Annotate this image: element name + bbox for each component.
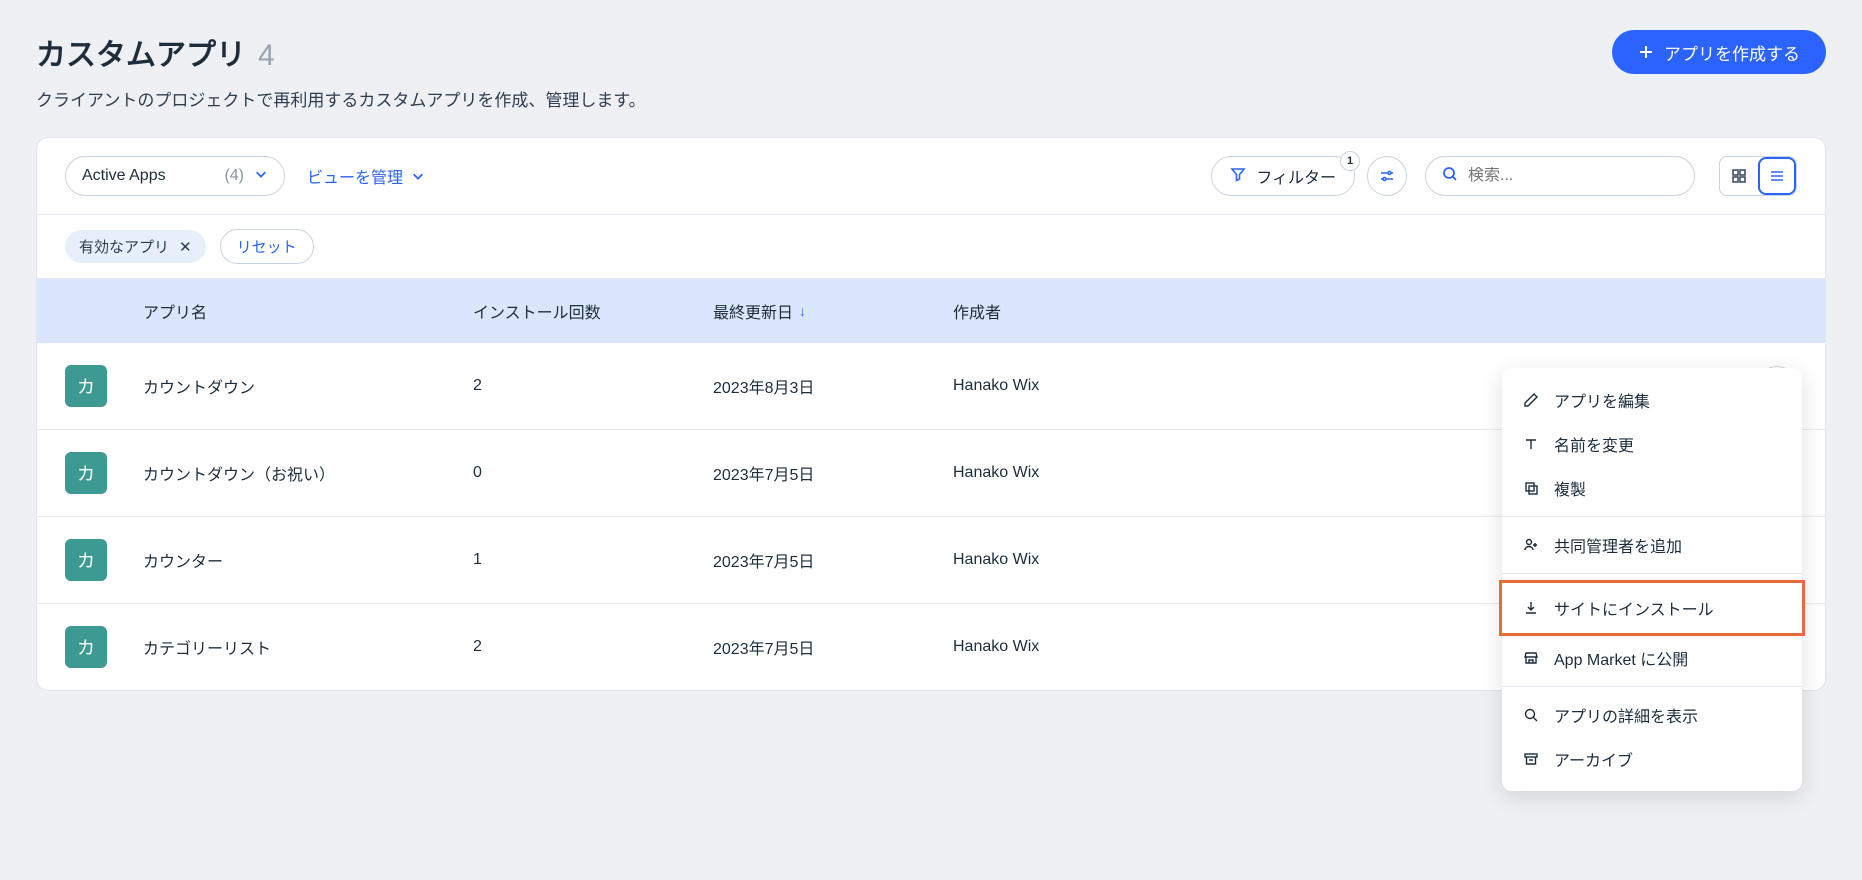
menu-details[interactable]: アプリの詳細を表示: [1502, 693, 1802, 737]
cell-updated: 2023年7月5日: [713, 461, 953, 485]
reset-filters-button[interactable]: リセット: [220, 229, 314, 264]
manage-view-label: ビューを管理: [307, 164, 403, 188]
menu-label: App Market に公開: [1554, 646, 1688, 670]
view-dropdown[interactable]: Active Apps (4): [65, 156, 285, 196]
archive-icon: [1522, 750, 1540, 768]
menu-rename[interactable]: 名前を変更: [1502, 422, 1802, 466]
menu-publish-market[interactable]: App Market に公開: [1502, 636, 1802, 680]
users-icon: [1522, 536, 1540, 554]
menu-duplicate[interactable]: 複製: [1502, 466, 1802, 510]
search-input[interactable]: [1468, 167, 1678, 185]
cell-app-name: カウンター: [143, 548, 473, 572]
cell-app-name: カウントダウン: [143, 374, 473, 398]
menu-label: アプリの詳細を表示: [1554, 703, 1698, 727]
column-app-name[interactable]: アプリ名: [143, 299, 473, 323]
download-icon: [1522, 599, 1540, 617]
menu-label: サイトにインストール: [1554, 596, 1714, 620]
reset-label: リセット: [237, 236, 297, 257]
view-dropdown-label: Active Apps: [82, 167, 166, 185]
cell-installs: 1: [473, 551, 713, 569]
cell-updated: 2023年7月5日: [713, 635, 953, 659]
column-last-updated[interactable]: 最終更新日 ↓: [713, 299, 953, 323]
cell-installs: 2: [473, 377, 713, 395]
menu-divider: [1502, 686, 1802, 687]
search-icon: [1442, 166, 1458, 187]
app-tile: カ: [65, 539, 107, 581]
filter-chip-active-apps[interactable]: 有効なアプリ ✕: [65, 230, 206, 263]
cell-installs: 0: [473, 464, 713, 482]
chevron-down-icon: [254, 167, 268, 186]
chip-close-icon[interactable]: ✕: [179, 238, 192, 256]
menu-divider: [1502, 516, 1802, 517]
menu-label: 共同管理者を追加: [1554, 533, 1682, 557]
page-subtitle: クライアントのプロジェクトで再利用するカスタムアプリを作成、管理します。: [36, 86, 1826, 111]
menu-label: アーカイブ: [1554, 747, 1633, 771]
filter-label: フィルター: [1256, 164, 1336, 188]
manage-view-link[interactable]: ビューを管理: [307, 164, 425, 188]
filter-icon: [1230, 166, 1246, 187]
menu-add-collaborator[interactable]: 共同管理者を追加: [1502, 523, 1802, 567]
search-input-wrap[interactable]: [1425, 156, 1695, 196]
cell-author: Hanako Wix: [953, 638, 1353, 656]
column-installs[interactable]: インストール回数: [473, 299, 713, 323]
cell-author: Hanako Wix: [953, 464, 1353, 482]
settings-button[interactable]: [1367, 156, 1407, 196]
menu-label: 名前を変更: [1554, 432, 1634, 456]
chevron-down-icon: [411, 169, 425, 183]
plus-icon: [1638, 44, 1654, 60]
view-dropdown-count: (4): [224, 167, 244, 185]
cell-installs: 2: [473, 638, 713, 656]
menu-label: 複製: [1554, 476, 1586, 500]
copy-icon: [1522, 479, 1540, 497]
cell-app-name: カウントダウン（お祝い）: [143, 461, 473, 485]
column-author[interactable]: 作成者: [953, 299, 1353, 323]
cell-author: Hanako Wix: [953, 377, 1353, 395]
grid-icon: [1731, 168, 1747, 184]
store-icon: [1522, 649, 1540, 667]
filter-chip-label: 有効なアプリ: [79, 236, 169, 257]
magnify-icon: [1522, 706, 1540, 724]
filter-count-badge: 1: [1340, 151, 1360, 171]
app-tile: カ: [65, 365, 107, 407]
list-view-toggle[interactable]: [1758, 157, 1796, 195]
filter-button[interactable]: フィルター 1: [1211, 156, 1355, 196]
create-button-label: アプリを作成する: [1664, 40, 1800, 65]
cell-updated: 2023年8月3日: [713, 374, 953, 398]
page-title: カスタムアプリ: [36, 30, 246, 74]
menu-divider: [1502, 573, 1802, 574]
cell-updated: 2023年7月5日: [713, 548, 953, 572]
menu-archive[interactable]: アーカイブ: [1502, 737, 1802, 781]
cell-author: Hanako Wix: [953, 551, 1353, 569]
app-tile: カ: [65, 452, 107, 494]
row-actions-menu: アプリを編集 名前を変更 複製 共同管理者を追加 サイトにインストール App …: [1502, 368, 1802, 791]
menu-edit-app[interactable]: アプリを編集: [1502, 378, 1802, 422]
menu-label: アプリを編集: [1554, 388, 1650, 412]
sliders-icon: [1379, 168, 1395, 184]
table-header: アプリ名 インストール回数 最終更新日 ↓ 作成者: [37, 279, 1825, 343]
app-tile: カ: [65, 626, 107, 668]
pencil-icon: [1522, 391, 1540, 409]
menu-install-site[interactable]: サイトにインストール: [1499, 580, 1805, 636]
grid-view-toggle[interactable]: [1720, 157, 1758, 195]
text-icon: [1522, 435, 1540, 453]
sort-desc-icon: ↓: [799, 303, 806, 319]
page-title-count: 4: [258, 39, 275, 73]
list-icon: [1769, 168, 1785, 184]
create-app-button[interactable]: アプリを作成する: [1612, 30, 1826, 74]
cell-app-name: カテゴリーリスト: [143, 635, 473, 659]
